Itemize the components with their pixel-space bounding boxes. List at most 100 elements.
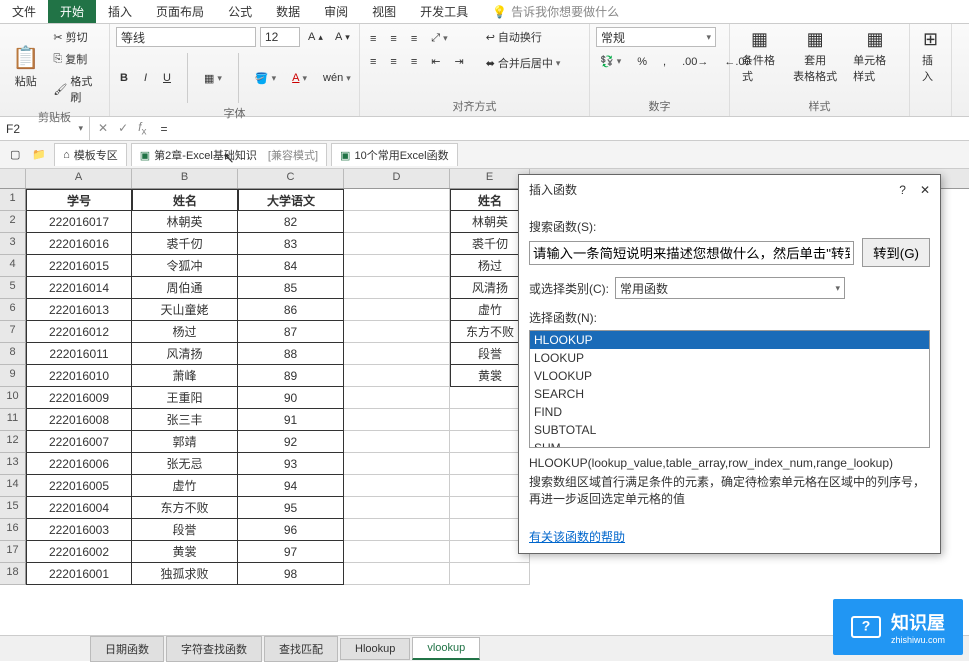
cell[interactable]: 90	[238, 387, 344, 409]
formula-bar[interactable]: =	[154, 122, 969, 136]
cell[interactable]: 虚竹	[132, 475, 238, 497]
bold-button[interactable]: B	[116, 70, 132, 86]
cell[interactable]: 97	[238, 541, 344, 563]
cell[interactable]: 94	[238, 475, 344, 497]
cell[interactable]	[344, 233, 450, 255]
cell[interactable]: 85	[238, 277, 344, 299]
cell[interactable]	[344, 387, 450, 409]
indent-inc-button[interactable]: ⇥	[450, 53, 467, 70]
doc-tab-2[interactable]: ▣10个常用Excel函数	[331, 143, 458, 166]
row-header[interactable]: 8	[0, 343, 26, 365]
cell[interactable]: 222016017	[26, 211, 132, 233]
cell[interactable]: 222016011	[26, 343, 132, 365]
new-doc-button[interactable]: ▢	[6, 146, 24, 163]
cell[interactable]	[450, 563, 530, 585]
col-header-C[interactable]: C	[238, 169, 344, 188]
doc-tab-1[interactable]: ▣第2章-Excel基础知识 [兼容模式]	[131, 143, 327, 166]
row-header[interactable]: 3	[0, 233, 26, 255]
cell[interactable]: 222016003	[26, 519, 132, 541]
row-header[interactable]: 17	[0, 541, 26, 563]
conditional-format-button[interactable]: ▦条件格式	[736, 27, 783, 86]
cancel-formula-icon[interactable]: ✕	[98, 121, 108, 135]
orientation-button[interactable]: ⤢▾	[427, 30, 451, 47]
cell[interactable]: 95	[238, 497, 344, 519]
cell[interactable]: 222016012	[26, 321, 132, 343]
cell[interactable]: 张无忌	[132, 453, 238, 475]
cell[interactable]	[344, 343, 450, 365]
cell[interactable]: 222016010	[26, 365, 132, 387]
cell[interactable]: 222016014	[26, 277, 132, 299]
wrap-text-button[interactable]: ↩自动换行	[482, 27, 546, 47]
cell[interactable]: 大学语文	[238, 189, 344, 211]
indent-dec-button[interactable]: ⇤	[427, 53, 444, 70]
cell[interactable]: 张三丰	[132, 409, 238, 431]
cell[interactable]: 周伯通	[132, 277, 238, 299]
align-right-button[interactable]: ≡	[407, 54, 421, 70]
cell[interactable]: 东方不败	[132, 497, 238, 519]
row-header[interactable]: 4	[0, 255, 26, 277]
cut-button[interactable]: ✂剪切	[49, 27, 91, 47]
decrease-font-button[interactable]: A▾	[331, 29, 354, 45]
cell[interactable]: 88	[238, 343, 344, 365]
cell[interactable]	[344, 277, 450, 299]
func-item-lookup[interactable]: LOOKUP	[530, 349, 929, 367]
cell[interactable]: 学号	[26, 189, 132, 211]
italic-button[interactable]: I	[140, 70, 151, 86]
menu-home[interactable]: 开始	[48, 0, 96, 23]
cell[interactable]: 林朝英	[132, 211, 238, 233]
underline-button[interactable]: U	[159, 70, 175, 86]
cell[interactable]	[344, 211, 450, 233]
cell[interactable]	[344, 255, 450, 277]
number-format-combo[interactable]: 常规▾	[596, 27, 716, 47]
align-middle-button[interactable]: ≡	[386, 31, 400, 47]
increase-font-button[interactable]: A▴	[304, 29, 327, 45]
format-painter-button[interactable]: 🖌格式刷	[49, 71, 103, 107]
cell[interactable]	[344, 541, 450, 563]
row-header[interactable]: 13	[0, 453, 26, 475]
align-bottom-button[interactable]: ≡	[407, 31, 421, 47]
cell[interactable]	[344, 365, 450, 387]
cell[interactable]: 222016007	[26, 431, 132, 453]
cell[interactable]: 段誉	[132, 519, 238, 541]
cell[interactable]: 93	[238, 453, 344, 475]
cell[interactable]: 83	[238, 233, 344, 255]
cell[interactable]	[344, 299, 450, 321]
fx-icon[interactable]: fx	[138, 120, 146, 137]
row-header[interactable]: 12	[0, 431, 26, 453]
row-header[interactable]: 5	[0, 277, 26, 299]
align-center-button[interactable]: ≡	[386, 54, 400, 70]
cell[interactable]: 222016005	[26, 475, 132, 497]
cell[interactable]: 222016006	[26, 453, 132, 475]
cell[interactable]	[344, 409, 450, 431]
func-item-vlookup[interactable]: VLOOKUP	[530, 367, 929, 385]
cell[interactable]	[344, 475, 450, 497]
row-header[interactable]: 6	[0, 299, 26, 321]
func-item-find[interactable]: FIND	[530, 403, 929, 421]
cell[interactable]	[344, 189, 450, 211]
menu-view[interactable]: 视图	[360, 0, 408, 23]
row-header[interactable]: 16	[0, 519, 26, 541]
cell[interactable]: 天山童姥	[132, 299, 238, 321]
row-header[interactable]: 7	[0, 321, 26, 343]
font-size-combo[interactable]: 12	[260, 27, 300, 47]
cell[interactable]: 黄裳	[132, 541, 238, 563]
phonetic-button[interactable]: wén▾	[319, 70, 355, 86]
sheet-tab-charfind[interactable]: 字符查找函数	[166, 636, 262, 662]
menu-formulas[interactable]: 公式	[216, 0, 264, 23]
row-header[interactable]: 2	[0, 211, 26, 233]
function-help-link[interactable]: 有关该函数的帮助	[529, 528, 625, 545]
cell[interactable]: 杨过	[132, 321, 238, 343]
col-header-A[interactable]: A	[26, 169, 132, 188]
category-select[interactable]: 常用函数▾	[615, 277, 845, 299]
comma-button[interactable]: ,	[659, 54, 670, 70]
menu-review[interactable]: 审阅	[312, 0, 360, 23]
cell[interactable]	[344, 453, 450, 475]
row-header[interactable]: 15	[0, 497, 26, 519]
row-header[interactable]: 9	[0, 365, 26, 387]
increase-decimal-button[interactable]: .00→	[678, 54, 712, 70]
font-color-button[interactable]: A▾	[288, 70, 311, 86]
cell[interactable]	[344, 497, 450, 519]
search-input[interactable]	[529, 241, 854, 265]
dialog-close-icon[interactable]: ✕	[920, 183, 930, 197]
cell[interactable]: 87	[238, 321, 344, 343]
